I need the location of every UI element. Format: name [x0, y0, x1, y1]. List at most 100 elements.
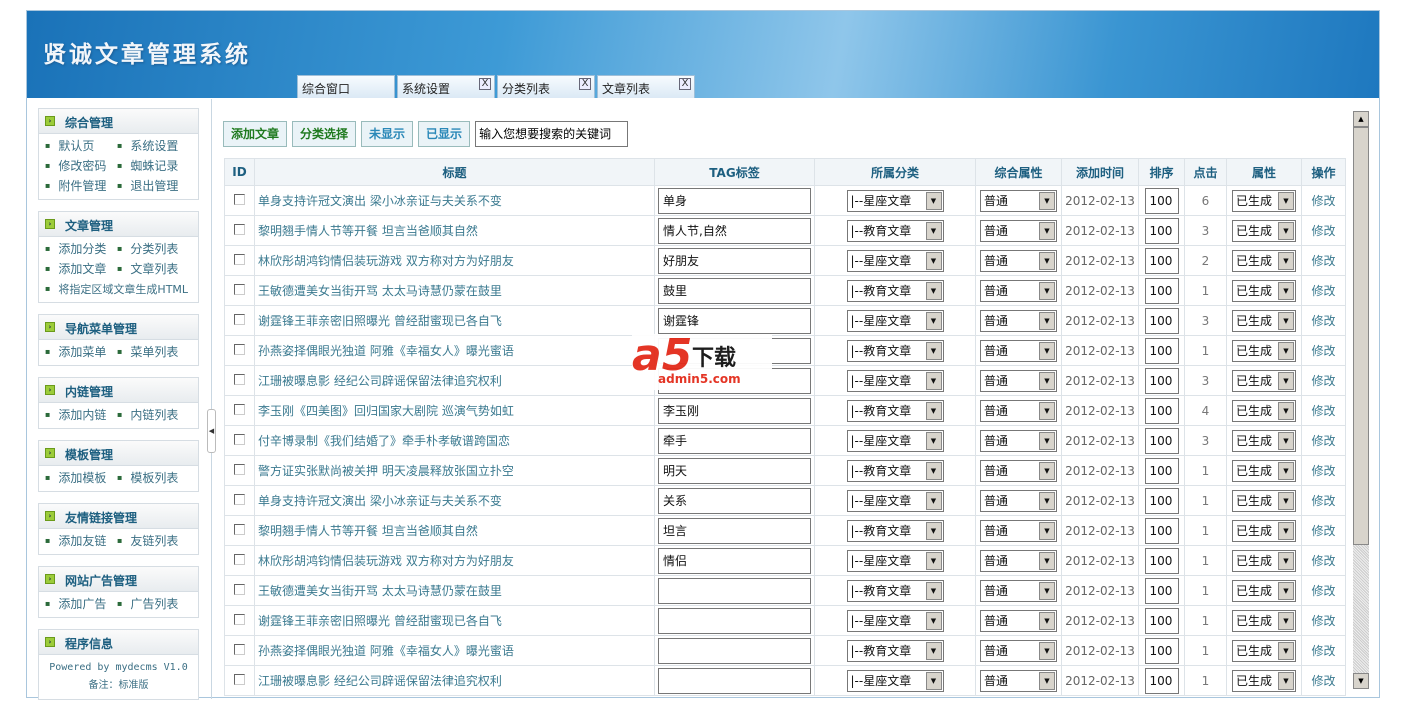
order-input[interactable]: 100 [1144, 217, 1179, 244]
sidebar-section-title[interactable]: › 内链管理 [39, 378, 198, 403]
attribute-select[interactable]: 普通 ▼ [980, 549, 1057, 572]
category-select[interactable]: |--教育文章 ▼ [846, 399, 944, 422]
status-select[interactable]: 已生成 ▼ [1232, 249, 1296, 272]
title-link[interactable]: 江珊被曝息影 经纪公司辟谣保留法律追究权利 [254, 665, 655, 696]
order-input[interactable]: 100 [1144, 457, 1179, 484]
attribute-select[interactable]: 普通 ▼ [980, 279, 1057, 302]
edit-link[interactable]: 修改 [1301, 605, 1346, 636]
close-icon[interactable]: X [679, 78, 691, 90]
order-input[interactable]: 100 [1144, 337, 1179, 364]
status-select[interactable]: 已生成 ▼ [1232, 639, 1296, 662]
row-checkbox[interactable] [234, 343, 245, 355]
sidebar-link[interactable]: 附件管理 [45, 176, 117, 196]
attribute-select[interactable]: 普通 ▼ [980, 519, 1057, 542]
title-link[interactable]: 江珊被曝息影 经纪公司辟谣保留法律追究权利 [254, 365, 655, 396]
tag-input[interactable]: 坦言 [658, 517, 811, 544]
sidebar-link[interactable]: 广告列表 [117, 594, 189, 614]
category-select[interactable]: |--星座文章 ▼ [846, 309, 944, 332]
order-input[interactable]: 100 [1144, 307, 1179, 334]
hidden-filter-button[interactable]: 未显示 [361, 121, 414, 147]
order-input[interactable]: 100 [1144, 517, 1179, 544]
sidebar-section-title[interactable]: › 文章管理 [39, 212, 198, 237]
status-select[interactable]: 已生成 ▼ [1232, 339, 1296, 362]
title-link[interactable]: 林欣彤胡鸿钧情侣装玩游戏 双方称对方为好朋友 [254, 245, 655, 276]
attribute-select[interactable]: 普通 ▼ [980, 459, 1057, 482]
edit-link[interactable]: 修改 [1301, 575, 1346, 606]
category-select[interactable]: |--教育文章 ▼ [846, 339, 944, 362]
category-select[interactable]: |--星座文章 ▼ [846, 669, 944, 692]
category-select[interactable]: |--星座文章 ▼ [846, 369, 944, 392]
title-link[interactable]: 孙燕姿择偶眼光独道 阿雅《幸福女人》曝光蜜语 [254, 635, 655, 666]
sidebar-link[interactable]: 添加菜单 [45, 342, 117, 362]
sidebar-link[interactable]: 模板列表 [117, 468, 189, 488]
row-checkbox[interactable] [234, 463, 245, 475]
edit-link[interactable]: 修改 [1301, 305, 1346, 336]
status-select[interactable]: 已生成 ▼ [1232, 189, 1296, 212]
category-select[interactable]: |--星座文章 ▼ [846, 489, 944, 512]
sidebar-link[interactable]: 文章列表 [117, 259, 189, 279]
search-input[interactable]: 输入您想要搜索的关键词 [475, 121, 629, 147]
tab-1[interactable]: 系统设置 X [397, 75, 495, 98]
status-select[interactable]: 已生成 ▼ [1232, 219, 1296, 242]
edit-link[interactable]: 修改 [1301, 635, 1346, 666]
sidebar-link[interactable]: 添加内链 [45, 405, 117, 425]
row-checkbox[interactable] [234, 253, 245, 265]
collapse-sidebar-button[interactable]: ◀ [207, 409, 216, 453]
scroll-up-icon[interactable]: ▲ [1353, 111, 1369, 127]
title-link[interactable]: 谢霆锋王菲亲密旧照曝光 曾经甜蜜现已各自飞 [254, 605, 655, 636]
title-link[interactable]: 付辛博录制《我们结婚了》牵手朴孝敏谱跨国恋 [254, 425, 655, 456]
close-icon[interactable]: X [479, 78, 491, 90]
order-input[interactable]: 100 [1144, 247, 1179, 274]
category-select[interactable]: |--教育文章 ▼ [846, 519, 944, 542]
sidebar-link[interactable]: 添加分类 [45, 239, 117, 259]
tab-3[interactable]: 文章列表 X [597, 75, 695, 98]
title-link[interactable]: 谢霆锋王菲亲密旧照曝光 曾经甜蜜现已各自飞 [254, 305, 655, 336]
status-select[interactable]: 已生成 ▼ [1232, 579, 1296, 602]
sidebar-link[interactable]: 退出管理 [117, 176, 189, 196]
row-checkbox[interactable] [234, 493, 245, 505]
status-select[interactable]: 已生成 ▼ [1232, 519, 1296, 542]
category-select[interactable]: |--教育文章 ▼ [846, 639, 944, 662]
status-select[interactable]: 已生成 ▼ [1232, 399, 1296, 422]
status-select[interactable]: 已生成 ▼ [1232, 309, 1296, 332]
sidebar-link[interactable]: 添加友链 [45, 531, 117, 551]
attribute-select[interactable]: 普通 ▼ [980, 309, 1057, 332]
order-input[interactable]: 100 [1144, 367, 1179, 394]
row-checkbox[interactable] [234, 613, 245, 625]
category-select[interactable]: |--星座文章 ▼ [846, 429, 944, 452]
title-link[interactable]: 警方证实张默尚被关押 明天凌晨释放张国立扑空 [254, 455, 655, 486]
order-input[interactable]: 100 [1144, 397, 1179, 424]
attribute-select[interactable]: 普通 ▼ [980, 339, 1057, 362]
edit-link[interactable]: 修改 [1301, 665, 1346, 696]
order-input[interactable]: 100 [1144, 487, 1179, 514]
sidebar-section-title[interactable]: › 模板管理 [39, 441, 198, 466]
order-input[interactable]: 100 [1144, 637, 1179, 664]
attribute-select[interactable]: 普通 ▼ [980, 189, 1057, 212]
title-link[interactable]: 孙燕姿择偶眼光独道 阿雅《幸福女人》曝光蜜语 [254, 335, 655, 366]
sidebar-link[interactable]: 添加广告 [45, 594, 117, 614]
sidebar-link[interactable]: 修改密码 [45, 156, 117, 176]
title-link[interactable]: 王敏德遭美女当街开骂 太太马诗慧仍蒙在鼓里 [254, 275, 655, 306]
edit-link[interactable]: 修改 [1301, 365, 1346, 396]
order-input[interactable]: 100 [1144, 277, 1179, 304]
edit-link[interactable]: 修改 [1301, 335, 1346, 366]
sidebar-link[interactable]: 默认页 [45, 136, 117, 156]
close-icon[interactable]: X [579, 78, 591, 90]
shown-filter-button[interactable]: 已显示 [418, 121, 471, 147]
attribute-select[interactable]: 普通 ▼ [980, 429, 1057, 452]
tag-input[interactable]: 明天 [658, 457, 811, 484]
row-checkbox[interactable] [234, 223, 245, 235]
status-select[interactable]: 已生成 ▼ [1232, 279, 1296, 302]
attribute-select[interactable]: 普通 ▼ [980, 639, 1057, 662]
edit-link[interactable]: 修改 [1301, 215, 1346, 246]
status-select[interactable]: 已生成 ▼ [1232, 429, 1296, 452]
tag-input[interactable]: 牵手 [658, 427, 811, 454]
tag-input[interactable]: 好朋友 [658, 247, 811, 274]
title-link[interactable]: 林欣彤胡鸿钧情侣装玩游戏 双方称对方为好朋友 [254, 545, 655, 576]
edit-link[interactable]: 修改 [1301, 275, 1346, 306]
sidebar-section-title[interactable]: › 网站广告管理 [39, 567, 198, 592]
tag-input[interactable] [658, 637, 811, 664]
tag-input[interactable] [658, 577, 811, 604]
status-select[interactable]: 已生成 ▼ [1232, 489, 1296, 512]
status-select[interactable]: 已生成 ▼ [1232, 549, 1296, 572]
